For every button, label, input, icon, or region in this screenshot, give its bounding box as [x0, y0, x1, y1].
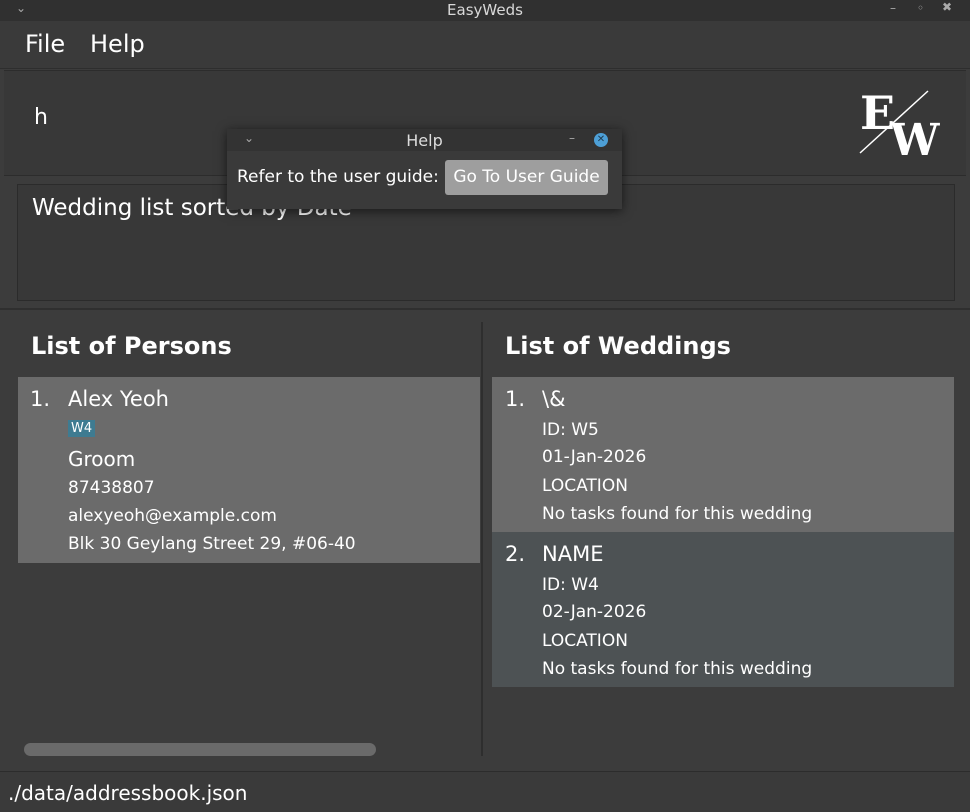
wedding-name: \& [542, 387, 566, 411]
person-email: alexyeoh@example.com [68, 506, 277, 526]
wedding-id: ID: W4 [542, 575, 599, 595]
wedding-tasks: No tasks found for this wedding [542, 659, 813, 679]
wedding-date: 02-Jan-2026 [542, 602, 647, 622]
wedding-location: LOCATION [542, 631, 628, 651]
person-phone: 87438807 [68, 478, 155, 498]
horizontal-scrollbar[interactable] [24, 743, 376, 756]
help-title-bar: ⌄ Help – ✕ [227, 129, 622, 151]
menu-help[interactable]: Help [90, 30, 145, 58]
restore-icon[interactable]: ◦ [917, 1, 924, 15]
help-title: Help [406, 131, 443, 150]
wedding-card[interactable]: 2. NAME ID: W4 02-Jan-2026 LOCATION No t… [492, 532, 954, 687]
menu-file[interactable]: File [25, 30, 65, 58]
help-message: Refer to the user guide: [237, 167, 439, 187]
title-bar: ⌄ EasyWeds – ◦ ✖ [0, 0, 970, 21]
close-icon[interactable]: ✖ [942, 0, 952, 14]
wedding-name: NAME [542, 542, 604, 566]
panel-divider [481, 322, 483, 756]
data-file-path: ./data/addressbook.json [8, 781, 248, 805]
help-minimize-icon[interactable]: – [569, 131, 575, 145]
weddings-panel-title: List of Weddings [505, 332, 731, 360]
window-title: EasyWeds [447, 1, 523, 19]
person-name: Alex Yeoh [68, 387, 169, 411]
wedding-date: 01-Jan-2026 [542, 447, 647, 467]
section-divider [0, 308, 970, 310]
wedding-card[interactable]: 1. \& ID: W5 01-Jan-2026 LOCATION No tas… [492, 377, 954, 532]
help-dialog: ⌄ Help – ✕ Refer to the user guide: Go T… [227, 129, 622, 209]
menu-bar: File Help [0, 21, 970, 69]
help-close-icon[interactable]: ✕ [594, 133, 608, 147]
persons-panel-title: List of Persons [31, 332, 232, 360]
person-address: Blk 30 Geylang Street 29, #06-40 [68, 534, 356, 554]
status-bar: ./data/addressbook.json [0, 771, 970, 812]
svg-text:W: W [889, 115, 940, 159]
wedding-location: LOCATION [542, 476, 628, 496]
command-input[interactable]: h [34, 105, 48, 130]
go-to-user-guide-button[interactable]: Go To User Guide [445, 160, 608, 195]
wedding-tag: W4 [68, 420, 96, 437]
wedding-id: ID: W5 [542, 420, 599, 440]
minimize-icon[interactable]: – [890, 1, 896, 15]
person-role: Groom [68, 447, 136, 471]
wedding-tasks: No tasks found for this wedding [542, 504, 813, 524]
wedding-index: 1. [505, 387, 526, 411]
person-card[interactable]: 1. Alex Yeoh W4 Groom 87438807 alexyeoh@… [18, 377, 480, 563]
person-index: 1. [30, 387, 51, 411]
easyweds-logo: E W [859, 87, 940, 159]
wedding-index: 2. [505, 542, 526, 566]
